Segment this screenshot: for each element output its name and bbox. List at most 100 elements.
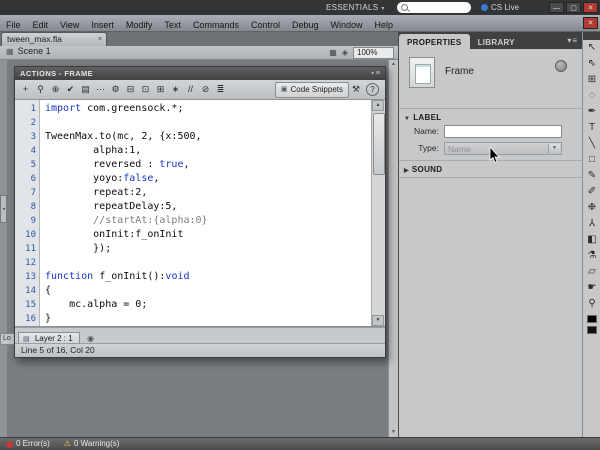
code-line	[45, 116, 371, 130]
deco-tool[interactable]: ❉	[583, 200, 600, 216]
search-box[interactable]	[397, 2, 471, 13]
paint-bucket-tool[interactable]: ◧	[583, 232, 600, 248]
scene-icon: ▦	[6, 47, 14, 56]
line-number: 11	[15, 242, 36, 256]
free-transform-tool[interactable]: ⊞	[583, 72, 600, 88]
script-editor[interactable]: 12345678910111213141516 import com.green…	[15, 100, 385, 327]
line-tool[interactable]: ╲	[583, 136, 600, 152]
scroll-up-icon[interactable]: ▲	[372, 100, 384, 111]
pencil-tool[interactable]: ✎	[583, 168, 600, 184]
fill-color-chip[interactable]	[587, 326, 597, 334]
document-tab[interactable]: tween_max.fla ×	[1, 32, 107, 46]
warning-count: 0 Warning(s)	[74, 438, 120, 450]
collapse-braces-icon[interactable]: ⊟	[123, 82, 138, 97]
menu-control[interactable]: Control	[245, 17, 286, 33]
help-icon[interactable]: ?	[366, 83, 379, 96]
code-line: {	[45, 284, 371, 298]
edit-symbol-button[interactable]: ◈	[342, 48, 348, 57]
line-number: 5	[15, 158, 36, 172]
debug-options-icon[interactable]: ⚙	[108, 82, 123, 97]
menu-file[interactable]: File	[0, 17, 27, 33]
close-button[interactable]: ✕	[583, 2, 598, 13]
document-tab-bar: tween_max.fla ×	[0, 32, 398, 46]
label-section-header[interactable]: ▼LABEL	[404, 113, 441, 122]
panel-menu-icon[interactable]: ≡	[376, 70, 382, 77]
collapse-selection-icon[interactable]: ⊡	[138, 82, 153, 97]
text-tool[interactable]: T	[583, 120, 600, 136]
zoom-level-select[interactable]: 100%	[353, 47, 394, 59]
subselection-tool[interactable]: ⇖	[583, 56, 600, 72]
type-dropdown[interactable]: Name▼	[444, 142, 562, 155]
tools-panel-header[interactable]	[583, 32, 600, 40]
eyedropper-tool[interactable]: ⚗	[583, 248, 600, 264]
frame-options-icon[interactable]	[555, 60, 567, 72]
line-number: 9	[15, 214, 36, 228]
code-line: TweenMax.to(mc, 2, {x:500,	[45, 130, 371, 144]
show-hide-toolbox-icon[interactable]: ≣	[213, 82, 228, 97]
pin-script-icon[interactable]: ◉	[87, 334, 94, 343]
type-field-row: Type: Name▼	[401, 142, 562, 155]
scene-label[interactable]: Scene 1	[18, 46, 51, 56]
document-close-button[interactable]: ✕	[583, 17, 598, 29]
actions-panel-titlebar[interactable]: ACTIONS - FRAME ▪≡	[15, 67, 385, 80]
panel-collapse-grip[interactable]: ◂	[0, 195, 7, 223]
insert-target-path-icon[interactable]: ⊕	[48, 82, 63, 97]
scroll-down-icon[interactable]: ▼	[372, 315, 384, 326]
minimize-button[interactable]: —	[549, 2, 564, 13]
auto-format-icon[interactable]: ▤	[78, 82, 93, 97]
scroll-up-icon[interactable]: ▲	[389, 60, 398, 69]
menu-debug[interactable]: Debug	[286, 17, 325, 33]
code-line: yoyo:false,	[45, 172, 371, 186]
name-field[interactable]	[444, 125, 562, 138]
menu-help[interactable]: Help	[369, 17, 400, 33]
brush-tool[interactable]: ✐	[583, 184, 600, 200]
pen-tool[interactable]: ✒	[583, 104, 600, 120]
menu-modify[interactable]: Modify	[120, 17, 159, 33]
menu-view[interactable]: View	[54, 17, 85, 33]
rectangle-tool[interactable]: □	[583, 152, 600, 168]
type-label: Type:	[401, 143, 439, 153]
stroke-color-chip[interactable]	[587, 315, 597, 323]
tab-properties[interactable]: PROPERTIES	[399, 34, 470, 51]
menu-text[interactable]: Text	[158, 17, 187, 33]
menu-insert[interactable]: Insert	[85, 17, 120, 33]
sound-section-header[interactable]: ▶SOUND	[404, 165, 442, 174]
tab-library[interactable]: LIBRARY	[470, 34, 523, 51]
script-assist-icon[interactable]: ⚒	[349, 84, 363, 95]
panel-options-icon[interactable]: ≡	[572, 36, 578, 45]
expand-all-icon[interactable]: ⊞	[153, 82, 168, 97]
menu-edit[interactable]: Edit	[27, 17, 55, 33]
hand-tool[interactable]: ☛	[583, 280, 600, 296]
close-tab-icon[interactable]: ×	[98, 33, 102, 46]
eraser-tool[interactable]: ▱	[583, 264, 600, 280]
properties-header: PROPERTIESLIBRARY▾≡	[399, 32, 582, 49]
lasso-tool[interactable]: ◌	[583, 88, 600, 104]
code-snippets-icon: ▣	[281, 83, 288, 96]
scrollbar-thumb[interactable]	[373, 113, 385, 175]
code-scrollbar[interactable]: ▲ ▼	[371, 100, 385, 326]
show-code-hint-icon[interactable]: ⋯	[93, 82, 108, 97]
add-script-icon[interactable]: +	[18, 82, 33, 97]
search-icon	[401, 4, 408, 11]
check-syntax-icon[interactable]: ✔	[63, 82, 78, 97]
code-area[interactable]: import com.greensock.*;TweenMax.to(mc, 2…	[40, 100, 371, 326]
workspace-switcher[interactable]: ESSENTIALS▾	[326, 0, 385, 15]
menu-window[interactable]: Window	[325, 17, 369, 33]
find-icon[interactable]: ⚲	[33, 82, 48, 97]
zoom-tool[interactable]: ⚲	[583, 296, 600, 312]
stage-vertical-scrollbar[interactable]: ▲ ▼	[388, 60, 398, 437]
block-comment-icon[interactable]: ∗	[168, 82, 183, 97]
cs-live-button[interactable]: CS Live	[481, 0, 519, 15]
scroll-down-icon[interactable]: ▼	[389, 428, 398, 437]
remove-comment-icon[interactable]: ⊘	[198, 82, 213, 97]
selection-tool[interactable]: ↖	[583, 40, 600, 56]
edit-scene-button[interactable]: ▦	[329, 48, 337, 57]
search-input[interactable]	[410, 2, 472, 15]
bone-tool[interactable]: ⅄	[583, 216, 600, 232]
menu-commands[interactable]: Commands	[187, 17, 245, 33]
chevron-down-icon: ▼	[548, 144, 560, 153]
maximize-button[interactable]: ▢	[566, 2, 581, 13]
edit-bar: ▦ Scene 1 ▦ ◈ 100%	[0, 46, 398, 60]
line-comment-icon[interactable]: //	[183, 82, 198, 97]
code-snippets-button[interactable]: ▣ Code Snippets	[275, 82, 349, 98]
